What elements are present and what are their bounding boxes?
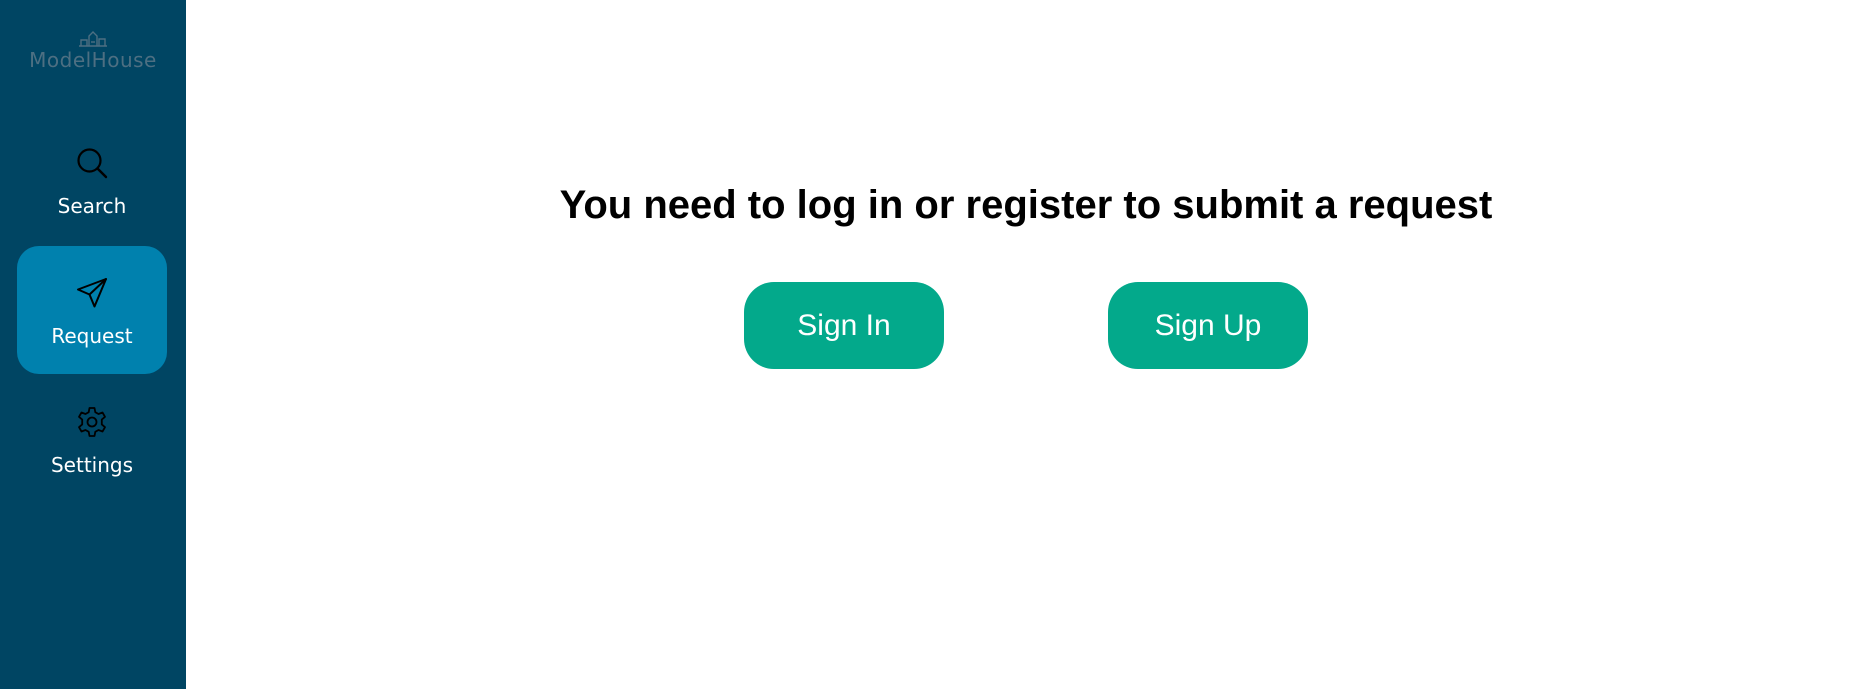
search-icon xyxy=(77,148,108,179)
page-title: You need to log in or register to submit… xyxy=(559,183,1493,227)
send-icon xyxy=(77,278,107,308)
sidebar-item-settings[interactable]: Settings xyxy=(17,375,167,503)
sign-up-button[interactable]: Sign Up xyxy=(1108,282,1308,369)
sidebar-item-label: Settings xyxy=(50,453,134,477)
sign-in-button[interactable]: Sign In xyxy=(744,282,944,369)
sidebar-item-search[interactable]: Search xyxy=(17,116,167,244)
sidebar-item-label: Search xyxy=(57,194,127,218)
sidebar-item-request[interactable]: Request xyxy=(17,246,167,374)
logo-text: ModelHouse xyxy=(29,48,157,72)
sidebar: ModelHouse Search Request Settings xyxy=(0,0,186,689)
gear-icon xyxy=(78,407,106,437)
main-content: You need to log in or register to submit… xyxy=(186,0,1866,689)
logo-house-icon xyxy=(79,31,107,47)
sidebar-item-label: Request xyxy=(51,324,133,348)
app-logo[interactable]: ModelHouse xyxy=(0,30,186,80)
